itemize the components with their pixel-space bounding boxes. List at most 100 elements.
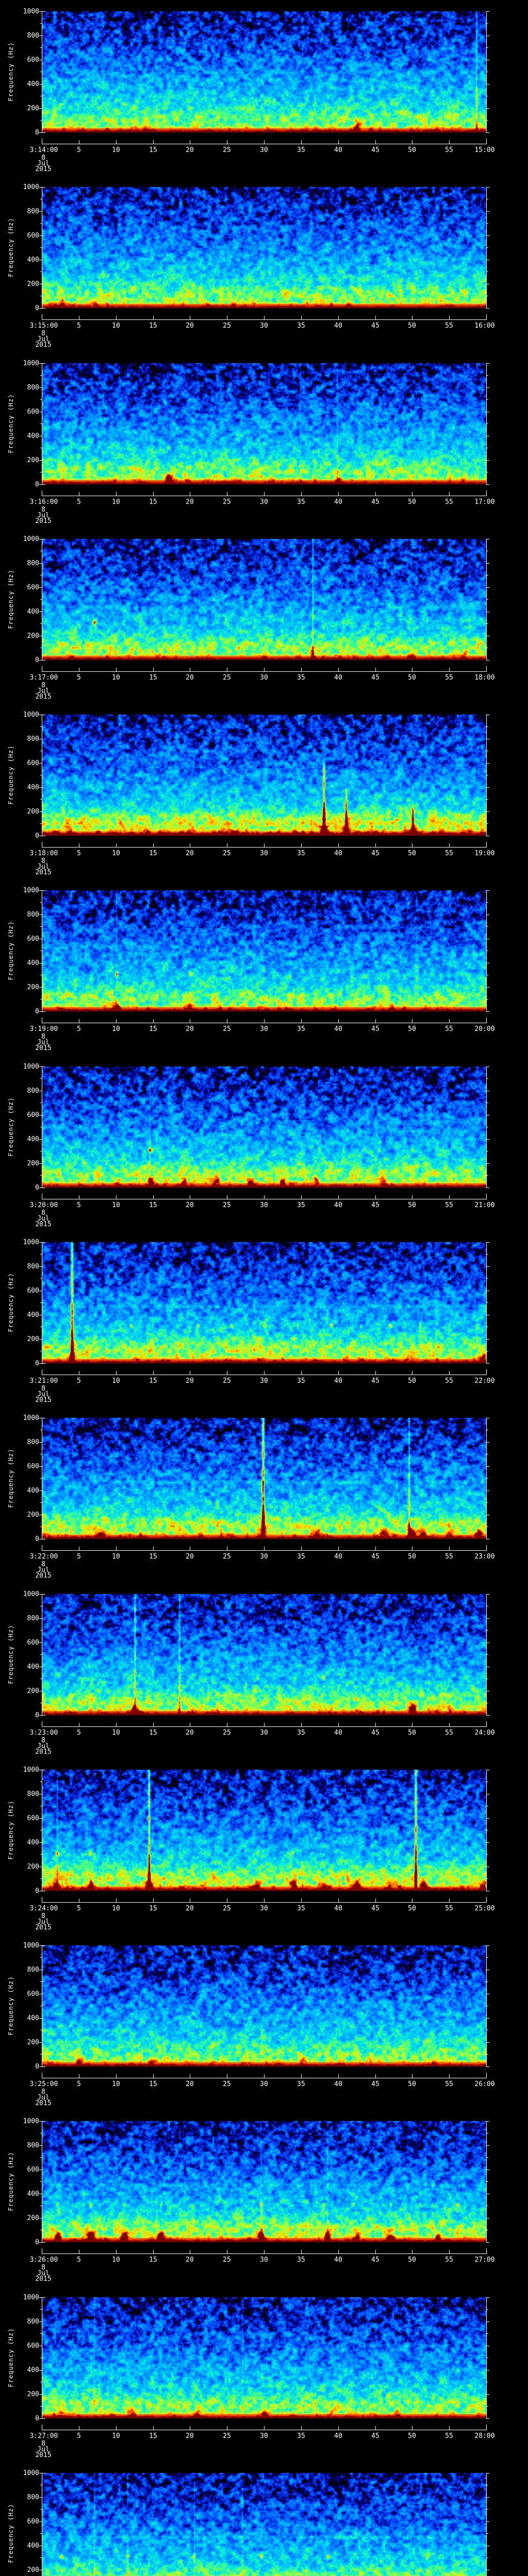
y-major-tick bbox=[487, 2066, 489, 2067]
y-minor-tick bbox=[40, 1278, 42, 1279]
x-tick-label: 30 bbox=[260, 146, 268, 154]
x-major-tick bbox=[338, 1547, 339, 1550]
x-tick-label: 20 bbox=[186, 2080, 194, 2088]
y-major-tick bbox=[39, 763, 42, 764]
x-major-tick bbox=[375, 316, 376, 319]
y-tick-label: 200 bbox=[27, 2566, 39, 2574]
y-tick-label: 200 bbox=[27, 1511, 39, 1519]
x-tick-label: 50 bbox=[408, 322, 416, 330]
y-major-tick bbox=[487, 1266, 489, 1267]
x-tick-label: 45 bbox=[371, 146, 380, 154]
x-tick-label: 45 bbox=[371, 1025, 380, 1033]
y-major-tick bbox=[39, 132, 42, 133]
x-major-tick bbox=[153, 492, 154, 496]
y-major-tick bbox=[39, 187, 42, 188]
y-major-tick bbox=[487, 1842, 489, 1843]
x-major-tick bbox=[301, 1019, 302, 1023]
x-axis-line bbox=[42, 1902, 487, 1903]
x-axis-line bbox=[42, 1726, 487, 1727]
x-major-tick bbox=[449, 1371, 450, 1375]
x-tick-label: 20 bbox=[186, 2432, 194, 2440]
y-axis-bottom-cap bbox=[42, 308, 45, 309]
x-tick-label: 5 bbox=[77, 1377, 81, 1385]
y-axis-right-line bbox=[486, 1418, 487, 1539]
x-major-tick bbox=[375, 668, 376, 671]
x-tick-label: 30 bbox=[260, 674, 268, 682]
y-minor-tick bbox=[487, 223, 488, 224]
y-major-tick bbox=[487, 1818, 489, 1819]
x-tick-label: 50 bbox=[408, 1025, 416, 1033]
y-minor-tick bbox=[487, 1478, 488, 1479]
x-tick-label: 35 bbox=[297, 850, 305, 857]
y-tick-label: 0 bbox=[35, 1360, 39, 1367]
y-tick-label: 800 bbox=[27, 1438, 39, 1446]
x-major-tick bbox=[486, 314, 487, 319]
x-tick-label: 45 bbox=[371, 674, 380, 682]
x-tick-label: 10 bbox=[112, 1025, 120, 1033]
x-tick-label: 20 bbox=[186, 322, 194, 330]
x-major-tick bbox=[486, 139, 487, 144]
y-axis-top-cap bbox=[42, 2121, 45, 2122]
y-minor-tick bbox=[487, 2157, 488, 2158]
x-major-tick bbox=[338, 1899, 339, 1902]
y-tick-label: 0 bbox=[35, 1008, 39, 1015]
x-tick-label: 5 bbox=[77, 674, 81, 682]
x-start-label: 3:20:00 bbox=[29, 1201, 58, 1209]
y-axis-title: Frequency (Hz) bbox=[7, 2151, 14, 2211]
y-major-tick bbox=[39, 1594, 42, 1595]
x-major-tick bbox=[338, 843, 339, 847]
x-major-tick bbox=[116, 1371, 117, 1375]
x-major-tick bbox=[264, 2250, 265, 2253]
y-minor-tick bbox=[487, 2557, 488, 2558]
x-major-tick bbox=[264, 1547, 265, 1550]
y-major-tick bbox=[39, 2394, 42, 2395]
x-start-label: 3:22:00 bbox=[29, 1553, 58, 1561]
x-major-tick bbox=[301, 1723, 302, 1726]
x-end-label: 24:00 bbox=[474, 1729, 495, 1737]
y-minor-tick bbox=[40, 2509, 42, 2510]
x-tick-label: 25 bbox=[223, 674, 231, 682]
x-tick-label: 5 bbox=[77, 1729, 81, 1737]
x-tick-label: 50 bbox=[408, 1905, 416, 1912]
y-minor-tick bbox=[487, 399, 488, 400]
y-minor-tick bbox=[487, 623, 488, 624]
x-tick-label: 25 bbox=[223, 2432, 231, 2440]
x-tick-label: 30 bbox=[260, 2080, 268, 2088]
x-major-tick bbox=[486, 666, 487, 671]
x-tick-label: 5 bbox=[77, 1905, 81, 1912]
x-end-label: 19:00 bbox=[474, 850, 495, 857]
y-major-tick bbox=[39, 1363, 42, 1364]
x-major-tick bbox=[486, 1545, 487, 1550]
y-minor-tick bbox=[487, 2509, 488, 2510]
y-tick-label: 1000 bbox=[23, 2294, 39, 2301]
y-minor-tick bbox=[40, 1078, 42, 1079]
x-tick-label: 30 bbox=[260, 1025, 268, 1033]
x-major-tick bbox=[301, 2074, 302, 2078]
y-major-tick bbox=[39, 914, 42, 915]
y-axis-title: Frequency (Hz) bbox=[7, 2328, 14, 2387]
y-minor-tick bbox=[40, 1302, 42, 1303]
y-major-tick bbox=[39, 2042, 42, 2043]
y-axis-title: Frequency (Hz) bbox=[7, 745, 14, 805]
x-tick-label: 20 bbox=[186, 850, 194, 857]
y-major-tick bbox=[39, 2418, 42, 2419]
y-major-tick bbox=[39, 2018, 42, 2019]
y-tick-label: 200 bbox=[27, 984, 39, 991]
y-minor-tick bbox=[40, 1175, 42, 1176]
x-tick-label: 15 bbox=[149, 674, 157, 682]
x-tick-label: 20 bbox=[186, 1905, 194, 1912]
y-axis-top-cap bbox=[42, 11, 45, 12]
y-axis-title: Frequency (Hz) bbox=[7, 1097, 14, 1157]
y-major-tick bbox=[39, 2497, 42, 2498]
x-tick-label: 10 bbox=[112, 850, 120, 857]
y-tick-label: 0 bbox=[35, 2063, 39, 2071]
x-tick-label: 30 bbox=[260, 322, 268, 330]
y-major-tick bbox=[487, 890, 489, 891]
y-major-tick bbox=[39, 387, 42, 388]
x-major-tick bbox=[375, 2250, 376, 2253]
x-tick-label: 55 bbox=[445, 1377, 453, 1385]
spectrogram-image bbox=[42, 11, 486, 132]
x-tick-label: 10 bbox=[112, 322, 120, 330]
y-minor-tick bbox=[40, 2557, 42, 2558]
x-major-tick bbox=[486, 1721, 487, 1726]
